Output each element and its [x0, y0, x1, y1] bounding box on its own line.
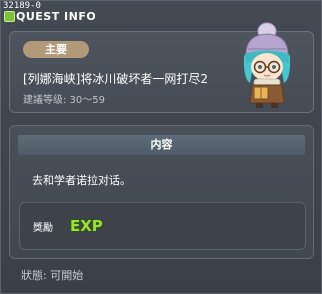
quest-content-panel: 内容 去和学者诺拉对话。 獎勵 EXP	[9, 125, 314, 259]
quest-category-tag: 主要	[23, 41, 89, 58]
recommended-level: 建議等级: 30～59	[23, 95, 105, 106]
content-header: 内容	[18, 135, 305, 155]
reward-label: 獎勵	[33, 223, 53, 234]
reward-box: 獎勵 EXP	[19, 202, 306, 250]
npc-portrait-icon	[243, 22, 291, 108]
quest-description: 去和学者诺拉对话。	[32, 174, 131, 187]
window-title: QUEST INFO	[16, 10, 97, 23]
exp-icon-text: EXP	[70, 217, 103, 235]
quest-status: 狀態: 可開始	[21, 269, 84, 282]
quest-window-icon	[4, 11, 15, 22]
quest-info-window: 32189-0 QUEST INFO 主要 [列娜海峡]将冰川破坏者一网打尽2 …	[0, 0, 322, 294]
quest-name: [列娜海峡]将冰川破坏者一网打尽2	[23, 72, 208, 86]
exp-icon: EXP	[69, 216, 103, 235]
